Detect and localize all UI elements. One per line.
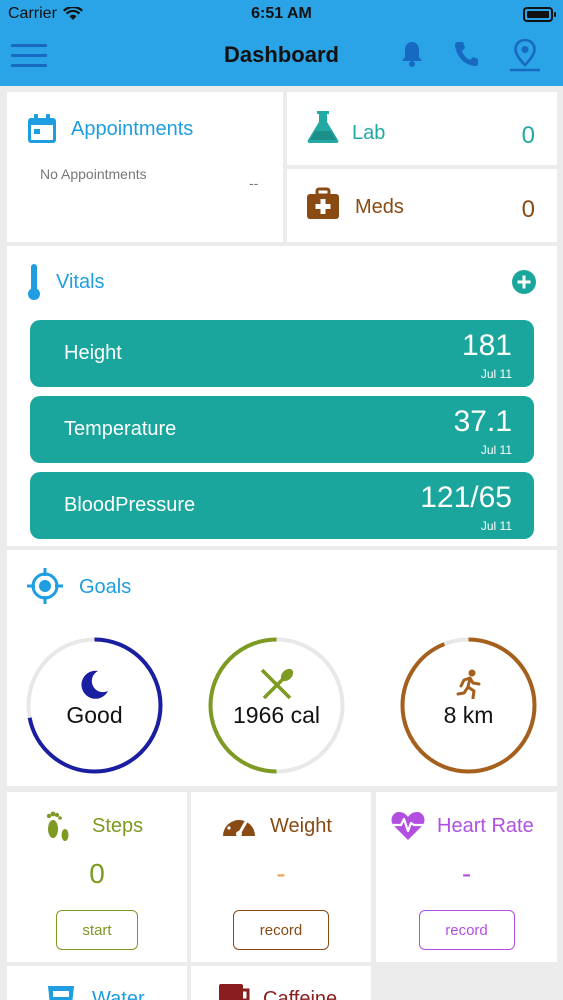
vital-name: Temperature [64, 418, 177, 440]
heart-rate-tile[interactable]: Heart Rate - record [376, 792, 557, 962]
appointments-title: Appointments [71, 118, 194, 140]
gauge-icon [223, 815, 255, 837]
vitals-title: Vitals [56, 271, 105, 293]
lab-count: 0 [521, 122, 535, 149]
vital-value: 37.1 [453, 405, 512, 438]
vital-name: Height [64, 342, 122, 364]
goal-ring-distance[interactable]: 8 km [400, 637, 537, 774]
moon-icon [81, 670, 108, 699]
vital-row-blood-pressure[interactable]: BloodPressure 121/65 Jul 11 [30, 472, 534, 539]
meds-card[interactable]: Meds 0 [287, 169, 557, 242]
lab-label: Lab [352, 122, 386, 144]
location-button[interactable] [508, 38, 542, 77]
utensils-icon [260, 668, 294, 700]
goal-ring-sleep[interactable]: Good [26, 637, 163, 774]
meds-label: Meds [355, 196, 404, 218]
meds-count: 0 [521, 196, 535, 223]
steps-tile[interactable]: Steps 0 start [7, 792, 187, 962]
map-pin-icon [510, 38, 540, 72]
tile-name: Caffeine [263, 988, 338, 1000]
appointments-dash: -- [249, 175, 259, 191]
medical-kit-icon [307, 187, 339, 219]
tile-name: Heart Rate [437, 815, 534, 837]
vital-date: Jul 11 [480, 519, 512, 533]
tile-name: Weight [270, 815, 332, 837]
goal-ring-calories[interactable]: 1966 cal [208, 637, 345, 774]
goal-label: 8 km [443, 702, 494, 728]
status-bar: Carrier 6:51 AM [0, 0, 563, 30]
add-vital-icon[interactable] [512, 270, 536, 294]
tile-name: Steps [92, 815, 144, 837]
record-weight-button[interactable]: record [233, 910, 329, 950]
vital-row-temperature[interactable]: Temperature 37.1 Jul 11 [30, 396, 534, 463]
tile-value: - [461, 858, 472, 889]
vital-value: 121/65 [420, 481, 512, 514]
bell-icon [402, 42, 422, 67]
phone-icon [455, 42, 478, 66]
water-tile[interactable]: Water [7, 966, 187, 1000]
footprints-icon [46, 811, 69, 841]
goals-card: Goals Good 1966 cal 8 km [7, 550, 557, 786]
thermometer-icon [28, 264, 40, 300]
lab-card[interactable]: Lab 0 [287, 92, 557, 165]
tile-value: - [276, 858, 286, 889]
vital-row-height[interactable]: Height 181 Jul 11 [30, 320, 534, 387]
running-icon [456, 669, 481, 699]
goals-title: Goals [79, 576, 132, 598]
appointments-empty-text: No Appointments [40, 166, 147, 182]
call-button[interactable] [453, 40, 479, 73]
vital-name: BloodPressure [64, 494, 196, 516]
water-glass-icon [48, 986, 74, 1000]
calendar-icon [28, 114, 56, 143]
vital-value: 181 [461, 329, 512, 362]
vital-date: Jul 11 [480, 443, 512, 457]
record-heart-rate-button[interactable]: record [418, 910, 515, 950]
flask-icon [307, 111, 339, 143]
vital-date: Jul 11 [480, 367, 512, 381]
top-bar: Carrier 6:51 AM Dashboard [0, 0, 563, 86]
status-time: 6:51 AM [251, 5, 312, 22]
notifications-button[interactable] [400, 40, 424, 73]
caffeine-tile[interactable]: Caffeine [191, 966, 371, 1000]
goal-label: Good [66, 702, 123, 728]
heart-pulse-icon [391, 812, 425, 840]
start-steps-button[interactable]: start [56, 910, 138, 950]
target-icon [27, 568, 63, 604]
tile-value: 0 [89, 858, 105, 889]
goal-label: 1966 cal [233, 702, 320, 728]
battery-icon [523, 7, 556, 22]
coffee-cup-icon [219, 984, 250, 1000]
appointments-card[interactable]: Appointments No Appointments -- [7, 92, 283, 242]
weight-tile[interactable]: Weight - record [191, 792, 371, 962]
tile-name: Water [92, 988, 145, 1000]
